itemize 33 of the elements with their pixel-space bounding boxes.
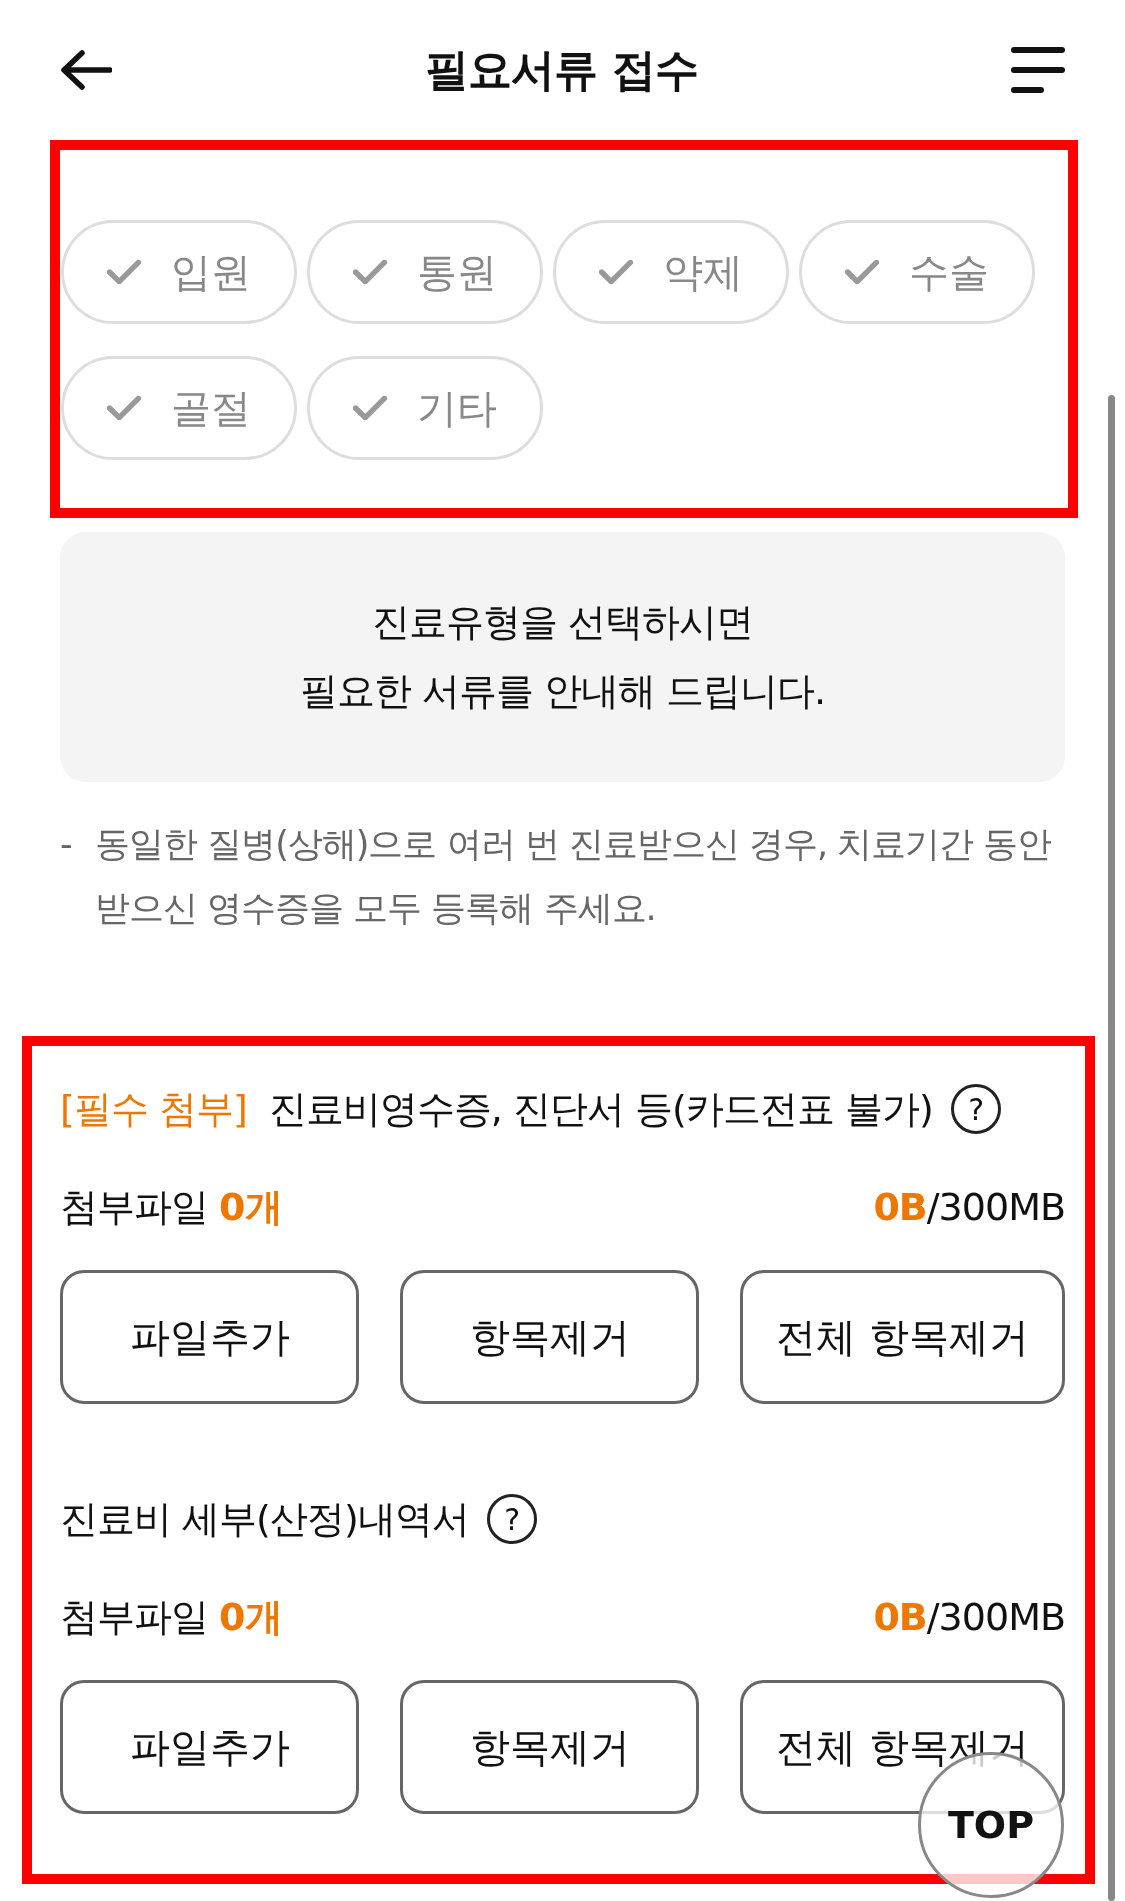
attached-count: 첨부파일 0개	[60, 1183, 282, 1231]
help-button[interactable]: ?	[486, 1494, 537, 1544]
notice-text: 동일한 질병(상해)으로 여러 번 진료받으신 경우, 치료기간 동안 받으신 영수증을 모두 등록해 주세요.	[95, 823, 1053, 930]
document-title: 진료비영수증, 진단서 등(카드전표 불가)	[268, 1085, 933, 1133]
action-button[interactable]: 항목제거	[400, 1270, 699, 1404]
category-chip[interactable]: 입원	[61, 220, 297, 324]
page-title: 필요서류 접수	[425, 42, 698, 97]
check-icon	[353, 260, 387, 284]
category-chip[interactable]: 골절	[61, 356, 297, 460]
check-icon	[107, 396, 141, 420]
action-button[interactable]: 파일추가	[60, 1270, 359, 1404]
category-chip[interactable]: 약제	[553, 220, 789, 324]
check-icon	[845, 260, 879, 284]
category-chip[interactable]: 기타	[307, 356, 543, 460]
info-text: 진료유형을 선택하시면	[371, 599, 754, 646]
action-button[interactable]: 전체 항목제거	[740, 1270, 1065, 1404]
info-text: 필요한 서류를 안내해 드립니다.	[299, 668, 826, 715]
action-button[interactable]: 항목제거	[400, 1680, 699, 1814]
check-icon	[353, 396, 387, 420]
check-icon	[107, 260, 141, 284]
document-title: 진료비 세부(산정)내역서	[60, 1495, 469, 1543]
required-tag: [필수 첨부]	[60, 1083, 247, 1135]
category-chip[interactable]: 수술	[799, 220, 1035, 324]
menu-icon[interactable]	[1011, 46, 1065, 94]
back-arrow-icon[interactable]	[60, 50, 112, 90]
action-button[interactable]: 파일추가	[60, 1680, 359, 1814]
help-button[interactable]: ?	[950, 1084, 1001, 1134]
category-chip[interactable]: 통원	[307, 220, 543, 324]
check-icon	[599, 260, 633, 284]
file-size: 0B/300MB	[873, 1185, 1065, 1229]
attached-count: 첨부파일 0개	[60, 1593, 282, 1641]
file-size: 0B/300MB	[873, 1595, 1065, 1639]
bullet-dash: -	[60, 823, 73, 866]
